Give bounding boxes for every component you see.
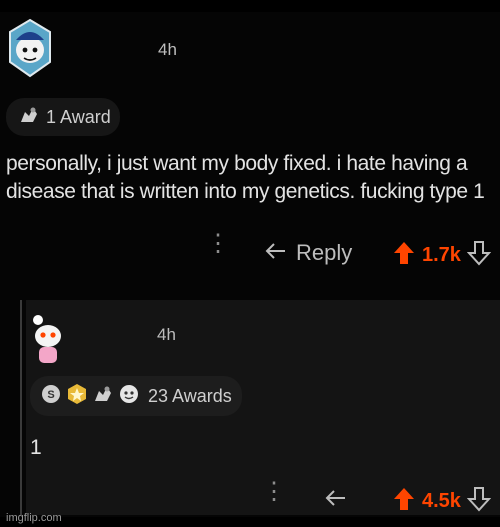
downvote-icon[interactable] <box>466 240 492 271</box>
helpful-award-icon <box>18 104 40 131</box>
reply-timestamp: 4h <box>157 325 176 344</box>
comment-body: personally, i just want my body fixed. i… <box>6 152 485 203</box>
comment-actions: ⋮ Reply 1.7k <box>0 232 500 272</box>
vote-controls: 1.7k <box>392 240 492 271</box>
wholesome-award-icon <box>118 383 140 410</box>
vote-score: 1.7k <box>422 244 461 266</box>
more-options-icon[interactable]: ⋮ <box>206 232 230 256</box>
award-count: 23 Awards <box>148 385 232 406</box>
reply-button[interactable] <box>324 488 348 513</box>
vote-score: 4.5k <box>422 490 461 512</box>
reply-body: 1 <box>30 436 42 459</box>
reply-arrow-icon <box>264 241 288 266</box>
silver-award-icon: S <box>40 383 62 410</box>
reply-actions: ⋮ 4.5k <box>0 478 500 518</box>
gold-award-icon <box>66 383 88 410</box>
reply-user-avatar[interactable] <box>30 312 66 368</box>
award-count: 1 Award <box>46 106 111 127</box>
upvote-icon[interactable] <box>392 486 416 517</box>
bottom-bar <box>0 517 500 527</box>
vote-controls: 4.5k <box>392 486 492 517</box>
watermark: imgflip.com <box>6 512 62 524</box>
top-bar <box>0 0 500 12</box>
reply-button[interactable]: Reply <box>264 240 352 266</box>
svg-text:S: S <box>47 389 54 401</box>
more-options-icon[interactable]: ⋮ <box>262 480 286 504</box>
awards-badge[interactable]: 1 Award <box>6 98 120 136</box>
upvote-icon[interactable] <box>392 240 416 271</box>
downvote-icon[interactable] <box>466 486 492 517</box>
comment-timestamp: 4h <box>158 40 177 59</box>
reply-arrow-icon <box>324 488 348 513</box>
user-avatar[interactable] <box>6 18 54 80</box>
reply-awards-badge[interactable]: S 23 Awards <box>30 376 242 416</box>
helpful-award-icon <box>92 383 114 410</box>
reply-label: Reply <box>296 240 353 265</box>
